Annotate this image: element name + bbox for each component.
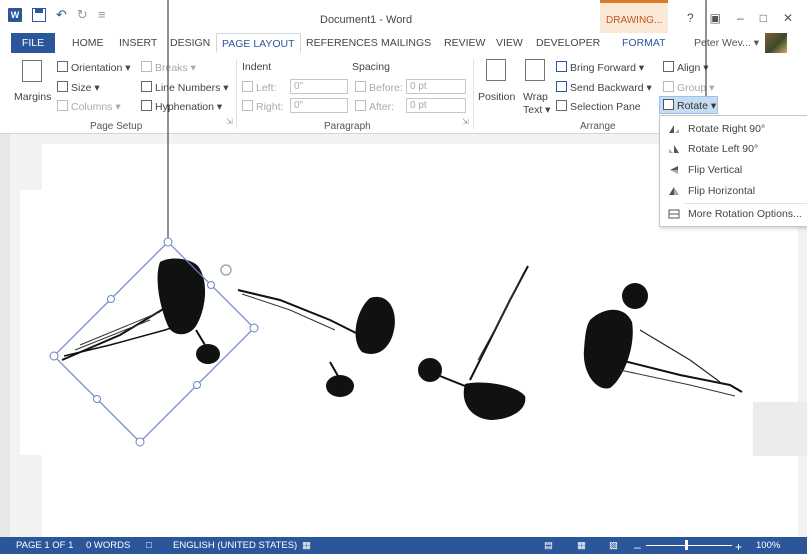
page-count[interactable]: PAGE 1 OF 1 (16, 540, 73, 551)
rotate-menu: Rotate Right 90° Rotate Left 90° Flip Ve… (659, 115, 807, 227)
resize-handle (193, 381, 201, 389)
picture-diver-2[interactable] (237, 289, 395, 397)
word-count[interactable]: 0 WORDS (86, 540, 130, 551)
zoom-in-button[interactable]: + (735, 540, 742, 554)
resize-handle (163, 237, 173, 247)
proofing-icon[interactable]: □ (146, 540, 152, 551)
rotate-right-90-item[interactable]: Rotate Right 90° (660, 119, 807, 139)
zoom-out-button[interactable]: – (634, 540, 641, 554)
flip-horizontal-icon (669, 187, 679, 195)
read-mode-icon[interactable]: ▤ (544, 540, 553, 551)
picture-diver-3[interactable] (418, 265, 529, 420)
zoom-slider[interactable] (646, 545, 732, 546)
language[interactable]: ENGLISH (UNITED STATES) (173, 540, 297, 551)
zoom-slider-thumb[interactable] (685, 540, 688, 550)
rotation-handle (220, 264, 232, 276)
zoom-level[interactable]: 100% (756, 540, 780, 551)
resize-handle (135, 437, 145, 447)
document-pictures (49, 0, 743, 447)
flip-horizontal-item[interactable]: Flip Horizontal (660, 181, 807, 201)
resize-handle (49, 351, 59, 361)
picture-diver-4[interactable] (583, 283, 743, 397)
status-bar: PAGE 1 OF 1 0 WORDS □ ENGLISH (UNITED ST… (0, 537, 807, 554)
web-layout-icon[interactable]: ▧ (609, 540, 618, 551)
print-layout-icon[interactable]: ▦ (577, 540, 586, 551)
selection-frame[interactable] (49, 0, 259, 447)
macro-recording-icon[interactable]: ▦ (302, 540, 311, 551)
rotation-options-icon (668, 209, 680, 219)
resize-handle (107, 295, 115, 303)
resize-handle (249, 323, 259, 333)
rotate-left-icon (669, 145, 679, 153)
flip-vertical-item[interactable]: Flip Vertical (660, 160, 807, 180)
resize-handle (207, 281, 215, 289)
picture-diver-1[interactable] (61, 258, 220, 364)
flip-vertical-icon (670, 166, 678, 174)
rotate-right-icon (669, 125, 679, 133)
resize-handle (93, 395, 101, 403)
rotate-left-90-item[interactable]: Rotate Left 90° (660, 139, 807, 159)
more-rotation-options-item[interactable]: More Rotation Options... (660, 204, 807, 224)
